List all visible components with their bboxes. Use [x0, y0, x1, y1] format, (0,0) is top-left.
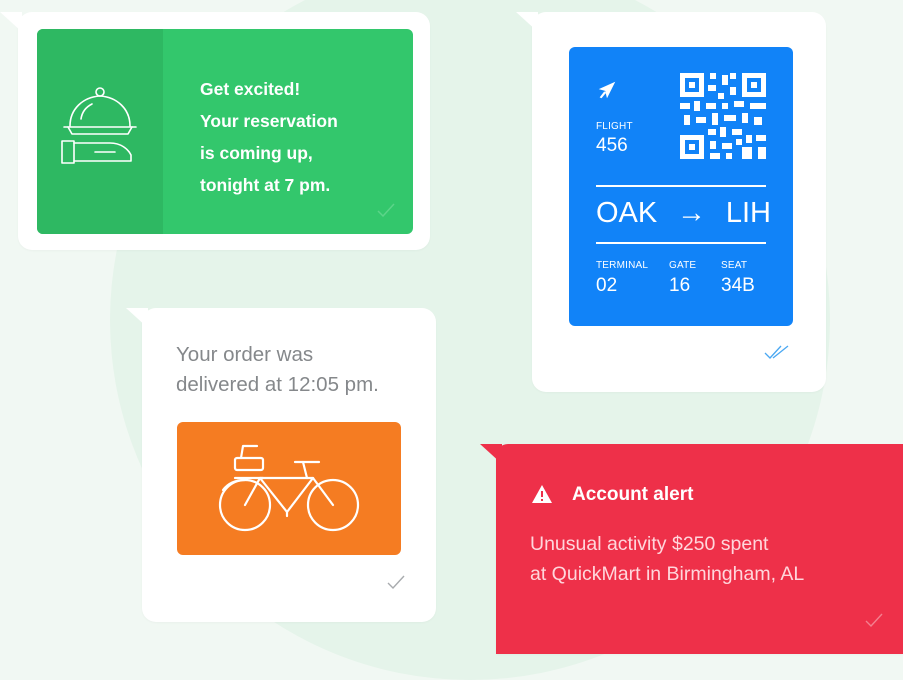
alert-body: Unusual activity $250 spent at QuickMart…	[530, 529, 900, 589]
serving-cloche-icon	[61, 87, 137, 164]
alert-line: at QuickMart in Birmingham, AL	[530, 563, 805, 585]
gate-value: 16	[669, 275, 691, 296]
reservation-line: Your reservation	[200, 111, 338, 131]
boarding-pass-card: FLIGHT 456 OAK → LIH TERMINAL 02 GATE 16…	[569, 47, 793, 326]
check-icon	[377, 203, 395, 217]
terminal-label: TERMINAL	[596, 260, 649, 271]
account-alert-message-bubble: Account alert Unusual activity $250 spen…	[480, 444, 903, 654]
delivery-text: Your order was delivered at 12:05 pm.	[176, 340, 426, 400]
delivery-card	[177, 422, 401, 555]
flight-label: FLIGHT	[596, 121, 633, 132]
bicycle-icon	[218, 444, 360, 532]
origin-airport: OAK	[596, 197, 658, 229]
bubble-tail	[126, 308, 148, 328]
destination-airport: LIH	[725, 197, 771, 229]
delivery-message-bubble: Your order was delivered at 12:05 pm.	[126, 308, 436, 622]
boarding-pass-message-bubble: FLIGHT 456 OAK → LIH TERMINAL 02 GATE 16…	[516, 12, 826, 392]
alert-title: Account alert	[572, 484, 694, 505]
reservation-icon-panel	[37, 29, 163, 234]
divider	[596, 242, 766, 244]
qr-code-icon	[680, 73, 766, 159]
bubble-tail	[516, 12, 538, 32]
reservation-text: Get excited! Your reservation is coming …	[200, 73, 400, 201]
alert-line: Unusual activity $250 spent	[530, 533, 769, 555]
reservation-card: Get excited! Your reservation is coming …	[37, 29, 413, 234]
bubble-tail	[480, 444, 502, 464]
route-arrow: →	[677, 197, 707, 229]
seat-label: SEAT	[721, 260, 748, 271]
reservation-line: Get excited!	[200, 79, 301, 99]
bubble-tail	[0, 12, 22, 32]
flight-number: 456	[596, 135, 628, 156]
route: OAK → LIH	[596, 197, 771, 230]
check-icon	[865, 613, 883, 627]
delivery-line: delivered at 12:05 pm.	[176, 373, 379, 396]
terminal-value: 02	[596, 275, 618, 296]
warning-icon	[532, 485, 552, 503]
reservation-message-bubble: Get excited! Your reservation is coming …	[0, 12, 430, 250]
reservation-line: is coming up,	[200, 143, 313, 163]
seat-value: 34B	[721, 275, 755, 296]
delivery-line: Your order was	[176, 343, 314, 366]
check-icon	[387, 575, 405, 589]
reservation-line: tonight at 7 pm.	[200, 175, 331, 195]
divider	[596, 185, 766, 187]
gate-label: GATE	[669, 260, 697, 271]
double-check-icon	[764, 345, 789, 359]
airplane-icon	[598, 81, 616, 99]
